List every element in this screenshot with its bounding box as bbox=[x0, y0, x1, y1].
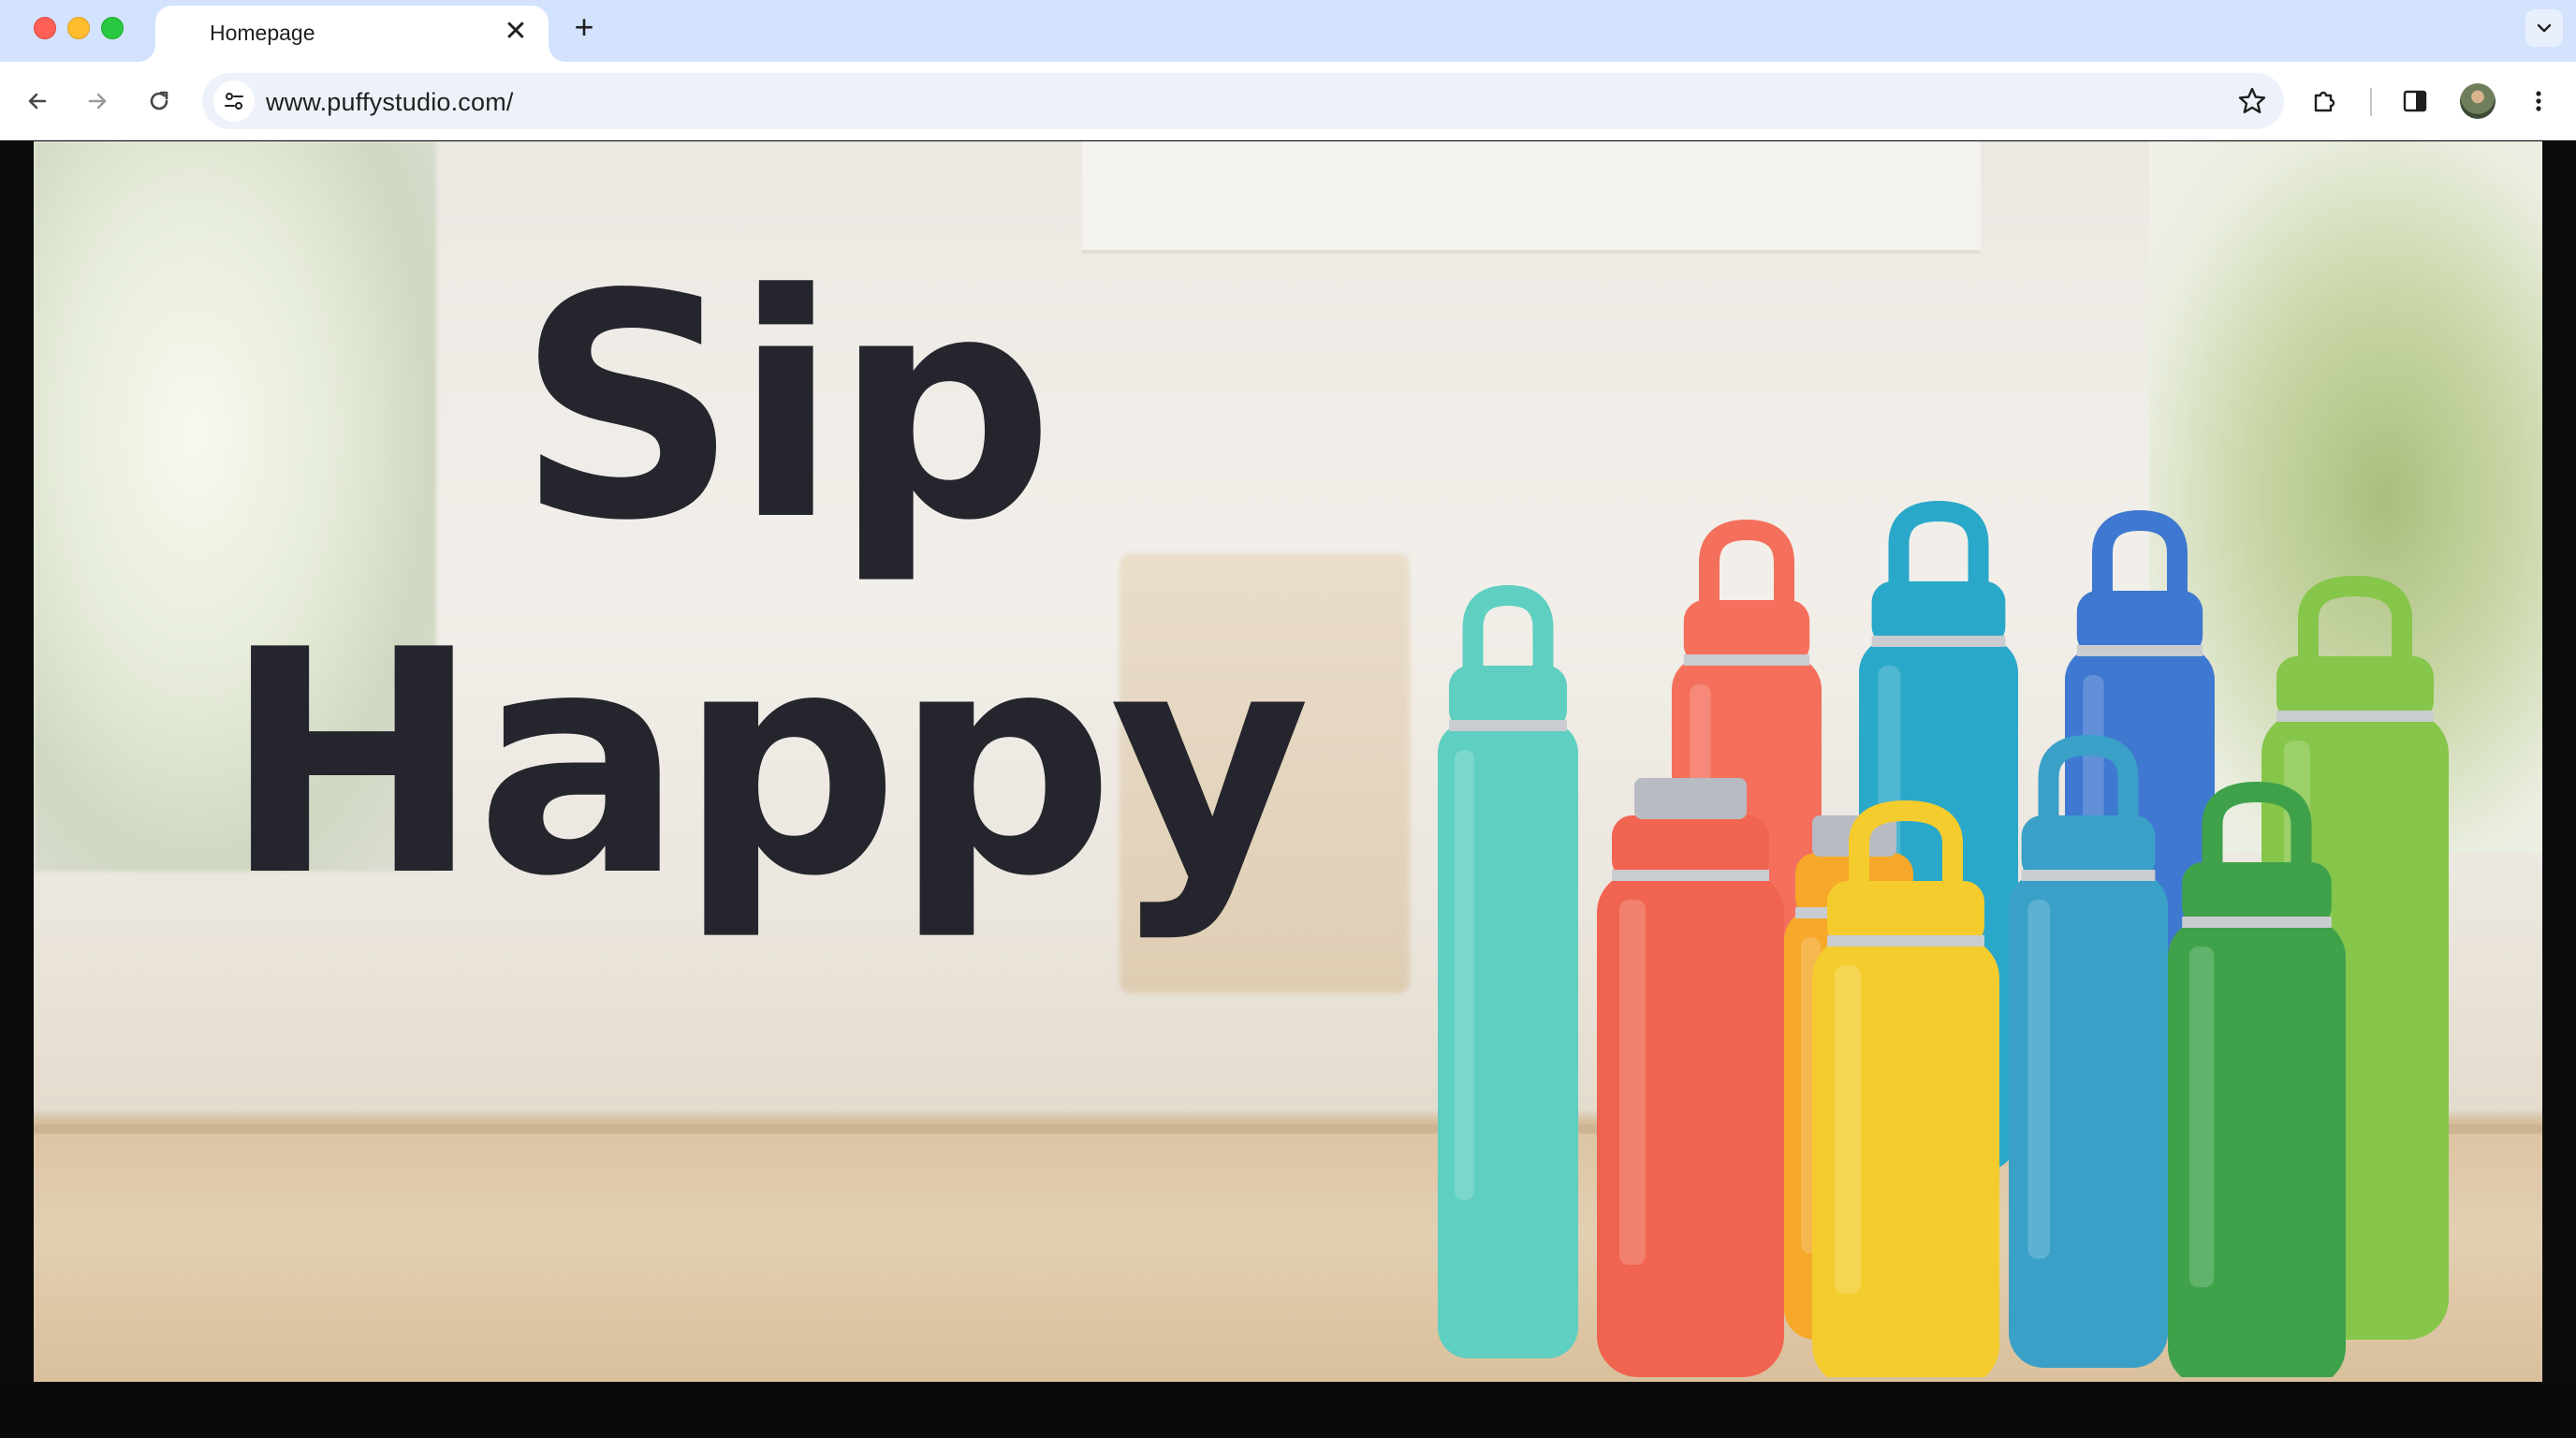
tab-homepage[interactable]: Homepage ✕ bbox=[155, 6, 549, 62]
bottle-green bbox=[2168, 781, 2346, 1377]
tab-title: Homepage bbox=[210, 21, 315, 45]
toolbar-divider bbox=[2370, 88, 2372, 116]
page-viewport: Sip Happy bbox=[34, 141, 2542, 1382]
url-text[interactable]: www.puffystudio.com/ bbox=[266, 88, 514, 117]
chevron-down-icon bbox=[2537, 23, 2552, 33]
reload-icon bbox=[150, 91, 168, 110]
hero-headline-line2: Happy bbox=[222, 584, 1310, 944]
side-panel-button[interactable] bbox=[2394, 81, 2436, 122]
extensions-button[interactable] bbox=[2305, 81, 2346, 122]
hero-headline-line1: Sip bbox=[516, 228, 1054, 588]
tab-close-icon[interactable]: ✕ bbox=[502, 18, 530, 47]
address-bar[interactable]: www.puffystudio.com/ bbox=[202, 73, 2284, 129]
back-arrow-icon bbox=[28, 93, 47, 110]
window-close-button[interactable] bbox=[34, 17, 56, 39]
bottle-yellow bbox=[1812, 800, 1999, 1377]
browser-toolbar: www.puffystudio.com/ bbox=[0, 62, 2576, 140]
window-minimize-button[interactable] bbox=[67, 17, 90, 39]
browser-titlebar: Homepage ✕ + bbox=[0, 0, 2576, 62]
bottle-teal bbox=[1438, 584, 1578, 1358]
profile-avatar[interactable] bbox=[2460, 83, 2496, 119]
bottle-red-orange bbox=[1597, 778, 1784, 1377]
background-cabinet bbox=[1082, 141, 1981, 254]
side-panel-icon bbox=[2403, 90, 2427, 112]
window-maximize-button[interactable] bbox=[101, 17, 124, 39]
more-menu-icon bbox=[2536, 91, 2541, 111]
forward-arrow-icon bbox=[88, 93, 107, 110]
tab-search-button[interactable] bbox=[2525, 9, 2563, 47]
new-tab-button[interactable]: + bbox=[567, 10, 601, 45]
dock-strip bbox=[0, 1382, 2576, 1438]
site-info-icon bbox=[225, 93, 243, 110]
bottle-sky-blue bbox=[2009, 734, 2168, 1368]
back-button[interactable] bbox=[17, 81, 58, 122]
reload-button[interactable] bbox=[139, 81, 180, 122]
extensions-icon bbox=[2314, 91, 2335, 112]
forward-button[interactable] bbox=[77, 81, 118, 122]
bottles-illustration bbox=[1438, 500, 2449, 1377]
more-menu-button[interactable] bbox=[2518, 81, 2559, 122]
site-info-button[interactable] bbox=[213, 81, 255, 122]
bookmark-star-icon[interactable] bbox=[2235, 84, 2269, 118]
